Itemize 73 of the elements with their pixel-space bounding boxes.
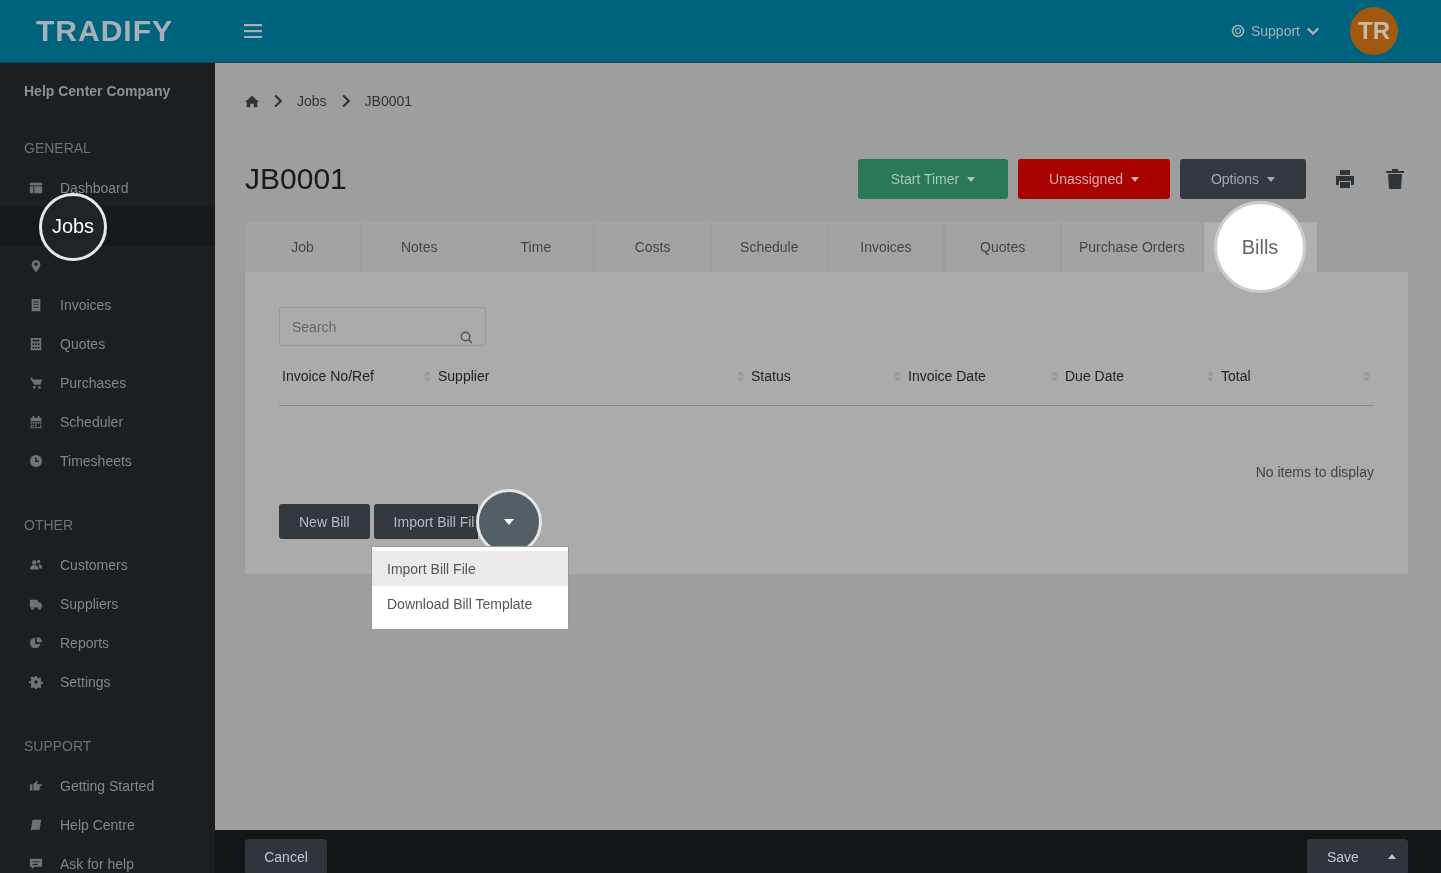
cancel-button[interactable]: Cancel: [245, 838, 327, 873]
hand-icon: [29, 778, 43, 793]
lifebuoy-icon: [1230, 24, 1245, 38]
sidebar-item[interactable]: Timesheets: [0, 441, 215, 480]
menu-item[interactable]: Download Bill Template: [372, 586, 568, 621]
empty-message: No items to display: [1254, 464, 1374, 480]
action-button[interactable]: Unassigned: [1018, 159, 1170, 199]
pin-icon: [29, 258, 43, 273]
menu-icon[interactable]: [244, 24, 262, 38]
menu-item[interactable]: Import Bill File: [372, 551, 568, 586]
caret-icon: [503, 519, 514, 525]
tab[interactable]: Notes: [361, 222, 477, 272]
support-label[interactable]: Support: [1250, 23, 1300, 39]
search-field[interactable]: Search: [279, 307, 486, 346]
sidebar-item[interactable]: Suppliers: [0, 584, 215, 623]
tab[interactable]: Purchase Orders: [1061, 222, 1202, 272]
column-header[interactable]: Supplier: [438, 368, 490, 384]
logo: TRADIFY: [35, 14, 174, 48]
home-icon[interactable]: [245, 94, 259, 108]
sidebar-item[interactable]: Quotes: [0, 324, 215, 363]
sidebar-item[interactable]: Ask for help: [0, 844, 215, 873]
sidebar-item[interactable]: Customers: [0, 545, 215, 584]
caret-icon: [1267, 176, 1276, 182]
search-icon: [460, 330, 473, 344]
import-button[interactable]: Import Bill Fil: [373, 504, 478, 539]
sidebar-item[interactable]: Getting Started: [0, 766, 215, 805]
calendar-icon: [29, 414, 43, 429]
caret-icon: [1388, 854, 1396, 859]
doc-icon: [29, 297, 43, 312]
column-header[interactable]: Status: [751, 368, 791, 384]
gear-icon: [29, 674, 43, 689]
sidebar-item[interactable]: Settings: [0, 662, 215, 701]
company-name: Help Center Company: [23, 83, 172, 101]
tab[interactable]: Invoices: [828, 222, 944, 272]
column-header[interactable]: Due Date: [1065, 368, 1125, 384]
tab[interactable]: Bills: [1214, 201, 1306, 293]
action-button[interactable]: Start Timer: [858, 159, 1008, 199]
save-button[interactable]: Save: [1307, 838, 1408, 873]
caret-icon: [1130, 176, 1139, 182]
sidebar-item[interactable]: Scheduler: [0, 402, 215, 441]
column-header[interactable]: Total: [1221, 368, 1251, 384]
calc-icon: [29, 336, 43, 351]
sidebar-item[interactable]: Jobs: [39, 192, 107, 261]
sidebar-item[interactable]: Purchases: [0, 363, 215, 402]
tab[interactable]: Job: [245, 222, 360, 272]
sidebar-item[interactable]: Help Centre: [0, 805, 215, 844]
print-icon[interactable]: [1334, 168, 1356, 190]
sidebar-item[interactable]: Invoices: [0, 285, 215, 324]
clock-icon: [29, 453, 43, 468]
users-icon: [29, 557, 43, 572]
action-button[interactable]: Options: [1180, 159, 1306, 199]
breadcrumb-link[interactable]: Jobs: [297, 93, 327, 109]
caret-icon: [967, 176, 976, 182]
section-title: SUPPORT: [23, 737, 93, 756]
breadcrumb-link[interactable]: JB0001: [364, 93, 413, 109]
sidebar-item[interactable]: Reports: [0, 623, 215, 662]
avatar[interactable]: TR: [1350, 7, 1398, 55]
support-menu[interactable]: Support: [1230, 23, 1320, 39]
column-header[interactable]: Invoice No/Ref: [282, 368, 374, 384]
trash-icon[interactable]: [1384, 168, 1406, 190]
tab[interactable]: Time: [478, 222, 594, 272]
section-title: GENERAL: [23, 139, 92, 158]
dashboard-icon: [29, 180, 43, 195]
cart-icon: [29, 375, 43, 390]
chat-icon: [29, 856, 43, 871]
tab[interactable]: Quotes: [945, 222, 1061, 272]
section-title: OTHER: [23, 516, 74, 535]
tab[interactable]: Schedule: [711, 222, 827, 272]
new-bill-button[interactable]: New Bill: [279, 504, 370, 539]
tab[interactable]: Costs: [595, 222, 711, 272]
pie-icon: [29, 635, 43, 650]
column-header[interactable]: Invoice Date: [908, 368, 986, 384]
page-title: JB0001: [245, 162, 348, 196]
